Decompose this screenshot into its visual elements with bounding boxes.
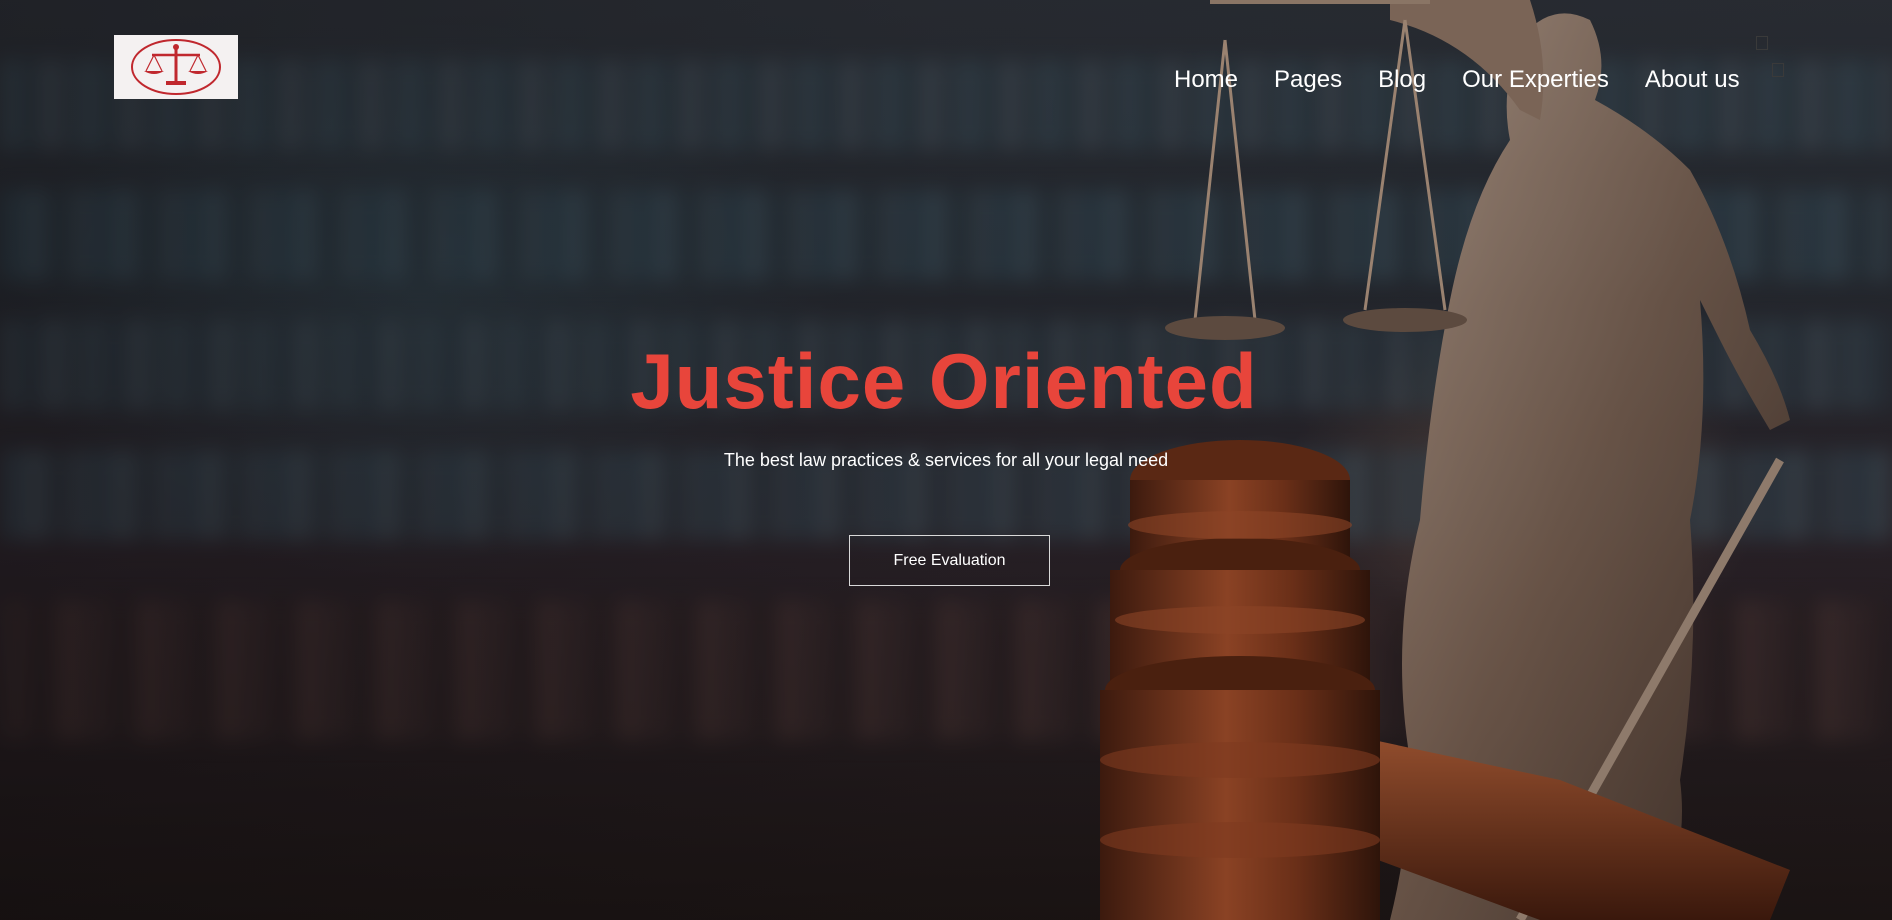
hero-subtitle: The best law practices & services for al… <box>723 450 1169 470</box>
nav-home-link[interactable]: Home <box>1174 64 1238 96</box>
hero-section: Home Pages Blog Our Experties About us J… <box>0 0 1892 920</box>
free-evaluation-button[interactable]: Free Evaluation <box>849 535 1050 586</box>
nav-pages-link[interactable]: Pages <box>1274 64 1342 96</box>
nav-our-experties-link[interactable]: Our Experties <box>1462 64 1609 96</box>
hero-headline-text: Justice Oriented <box>630 337 1258 425</box>
nav-blog-link[interactable]: Blog <box>1378 64 1426 96</box>
hero-headline: Justice Oriented <box>0 336 1892 426</box>
scales-of-justice-logo-icon <box>131 39 221 95</box>
missing-glyph-icon[interactable] <box>1756 36 1768 50</box>
missing-glyph-icon[interactable] <box>1772 63 1784 77</box>
main-navigation: Home Pages Blog Our Experties About us <box>1174 64 1740 96</box>
nav-about-us-link[interactable]: About us <box>1645 64 1740 96</box>
site-logo[interactable] <box>114 35 238 99</box>
